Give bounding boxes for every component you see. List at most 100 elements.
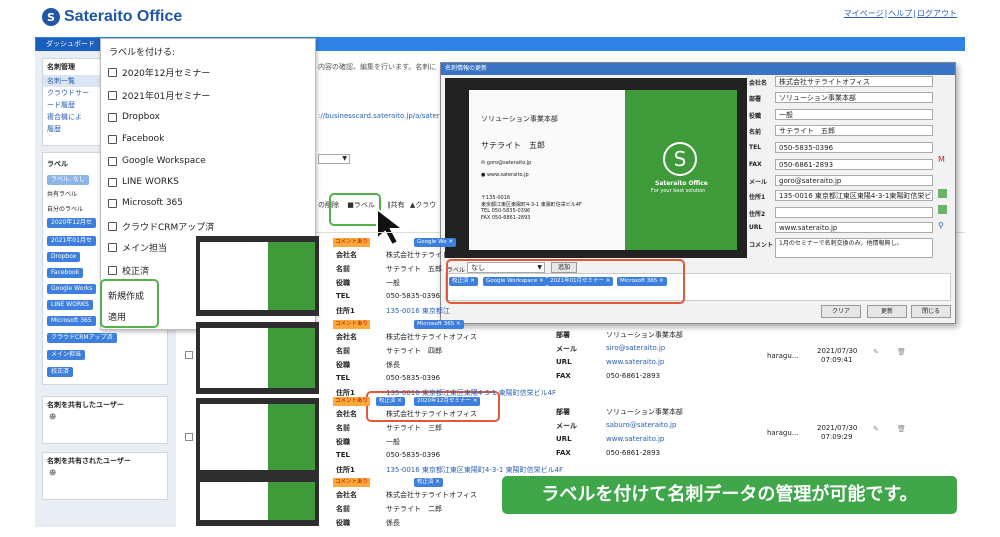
modal-field-input[interactable]: 一般 [775, 109, 933, 120]
modal-field-input[interactable]: 株式会社サテライトオフィス [775, 76, 933, 87]
dashboard-tab[interactable]: ダッシュボード [36, 38, 104, 51]
field-label: 会社名 [336, 410, 357, 418]
checkbox-icon[interactable] [108, 134, 117, 144]
page-notice: 内容の確認、編集を行います。名刺に [318, 63, 437, 71]
dropdown-item[interactable]: Google Workspace [108, 156, 206, 166]
checkbox-icon[interactable] [108, 68, 117, 77]
dropdown-item[interactable]: Dropbox [108, 112, 160, 122]
checkbox-icon[interactable] [108, 91, 117, 100]
field-value: 050-6861-2893 [606, 449, 661, 457]
edit-icon[interactable]: ✎ [873, 425, 879, 433]
card-fax: FAX 050-6861-2893 [481, 215, 531, 221]
label-chip[interactable]: Google Works [47, 284, 97, 294]
row-label-tag[interactable]: 校正済 ✕ [376, 397, 405, 406]
map-icon[interactable] [938, 205, 947, 214]
row-label-tag[interactable]: 校正済 ✕ [414, 478, 443, 487]
modal-field-input[interactable] [775, 207, 933, 218]
label-chip[interactable]: LINE WORKS [47, 300, 93, 310]
row-checkbox[interactable] [185, 351, 193, 359]
url-text: ://businesscard.sateraito.jp/a/sater [318, 112, 440, 120]
row-label-tag[interactable]: Google Wo ✕ [414, 238, 456, 247]
time: 07:09:41 [821, 356, 853, 364]
app-header: S Sateraito Office マイページ|ヘルプ|ログアウト [0, 0, 1000, 36]
search-icon[interactable]: ⚲ [938, 221, 944, 230]
field-label: 役職 [336, 361, 350, 369]
checkbox-icon[interactable] [108, 177, 117, 187]
row-label-tag[interactable]: 2020年12月セミナー ✕ [414, 397, 481, 406]
label-chip[interactable]: Facebook [47, 268, 84, 278]
logo-text: Sateraito Office [64, 8, 183, 25]
actions-highlight [100, 279, 159, 328]
clear-button[interactable]: クリア [821, 305, 861, 318]
card-thumbnail[interactable] [196, 236, 319, 316]
card-thumbnail[interactable] [196, 322, 319, 394]
dropdown-item[interactable]: 2021年01月セミナー [108, 89, 210, 102]
label-chip[interactable]: 2020年12月セ [47, 218, 96, 228]
card-thumbnail[interactable] [196, 398, 319, 476]
field-value: 係長 [386, 361, 400, 369]
dropdown-item-label: Dropbox [122, 112, 160, 122]
checkbox-icon[interactable] [108, 266, 117, 275]
modal-field-input[interactable]: サテライト 五郎 [775, 125, 933, 136]
logo[interactable]: S Sateraito Office [42, 8, 182, 26]
label-chip[interactable]: クラウドCRMアップ済 [47, 333, 117, 343]
row-checkbox[interactable] [185, 433, 193, 441]
field-label: 部署 [556, 408, 570, 416]
checkbox-icon[interactable] [108, 222, 117, 231]
dropdown-item[interactable]: LINE WORKS [108, 177, 179, 187]
dropdown-item-label: 2021年01月セミナー [122, 92, 211, 102]
trash-icon[interactable]: 🗑 [897, 348, 906, 356]
help-link[interactable]: ヘルプ [888, 9, 912, 18]
modal-field-input[interactable]: goro@sateraito.jp [775, 175, 933, 186]
modal-field-input[interactable]: ソリューション事業本部 [775, 92, 933, 103]
label-chip[interactable]: Dropbox [47, 252, 81, 262]
card-thumbnail[interactable] [196, 476, 319, 526]
gmail-icon[interactable]: M [938, 155, 945, 164]
field-label: FAX [556, 449, 571, 457]
field-label: URL [556, 358, 572, 366]
modal-field-input[interactable]: 050-6861-2893 [775, 159, 933, 170]
dropdown-item-label: クラウドCRMアップ済 [122, 223, 215, 233]
label-none-chip[interactable]: ラベル: なし [47, 175, 89, 185]
label-chip[interactable]: 2021年01月セ [47, 236, 96, 246]
field-value: 050-5835-0396 [386, 292, 441, 300]
dropdown-item-label: 2020年12月セミナー [122, 69, 211, 79]
update-button[interactable]: 更新 [867, 305, 907, 318]
dropdown-item[interactable]: メイン担当 [108, 241, 167, 254]
logout-link[interactable]: ログアウト [917, 9, 957, 18]
dropdown-title: ラベルを付ける: [109, 48, 176, 58]
checkbox-icon[interactable] [108, 156, 117, 166]
field-label: 名前 [336, 347, 350, 355]
checkbox-icon[interactable] [108, 198, 117, 208]
checkbox-icon[interactable] [108, 243, 117, 252]
field-label: 名前 [336, 265, 350, 273]
dropdown-item[interactable]: クラウドCRMアップ済 [108, 220, 214, 233]
dropdown-item[interactable]: Facebook [108, 134, 164, 144]
label-chip[interactable]: メイン担当 [47, 350, 86, 360]
modal-field-input[interactable]: 135-0016 東京都江東区東陽4-3-1東陽町信栄ビル4 [775, 190, 933, 201]
label-chip[interactable]: 校正済 [47, 367, 74, 377]
modal-field-input[interactable]: 050-5835-0396 [775, 142, 933, 153]
field-value: ソリューション事業本部 [606, 331, 683, 339]
filter-select[interactable]: ▼ [318, 154, 350, 164]
row-label-tag[interactable]: Microsoft 365 ✕ [414, 320, 464, 329]
checkbox-icon[interactable] [108, 112, 117, 122]
dropdown-item[interactable]: Microsoft 365 [108, 198, 183, 208]
trash-icon[interactable]: 🗑 [897, 425, 906, 433]
map-icon[interactable] [938, 189, 947, 198]
mypage-link[interactable]: マイページ [844, 9, 884, 18]
card-mail: goro@sateraito.jp [486, 160, 532, 166]
modal-field-label: メール [749, 179, 768, 186]
edit-icon[interactable]: ✎ [873, 348, 879, 356]
dropdown-item[interactable]: 2020年12月セミナー [108, 66, 210, 79]
field-label: TEL [336, 451, 351, 459]
dropdown-item[interactable]: 校正済 [108, 264, 149, 277]
modal-field-input[interactable]: www.sateraito.jp [775, 222, 933, 233]
close-button[interactable]: 閉じる [911, 305, 951, 318]
dropdown-item-label: Google Workspace [122, 156, 206, 166]
modal-field-input[interactable]: 1月のセミナーで名刺交換のみ。他情報無し。 [775, 238, 933, 258]
feature-banner: ラベルを付けて名刺データの管理が可能です。 [502, 476, 957, 514]
field-label: メール [556, 345, 577, 353]
field-value: サテライト 二郎 [386, 505, 442, 513]
label-chip[interactable]: Microsoft 365 [47, 316, 96, 326]
